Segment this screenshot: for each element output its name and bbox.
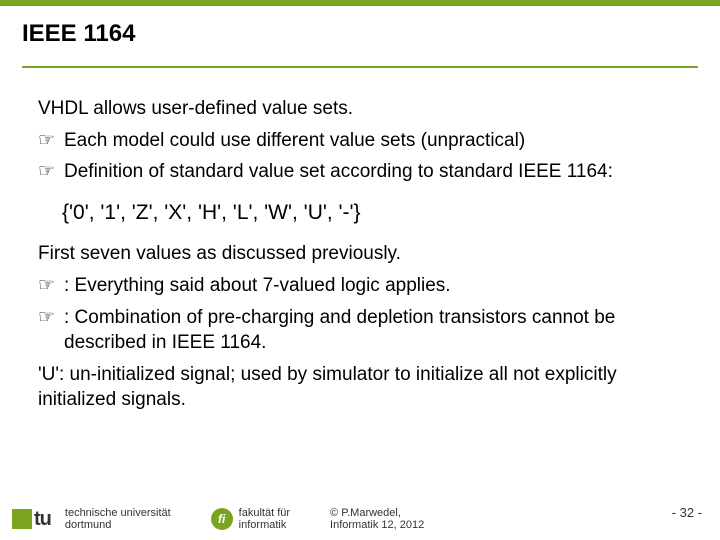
tu-logo: tu xyxy=(12,508,51,531)
title-area: IEEE 1164 xyxy=(0,6,720,56)
uni-line1: technische universität xyxy=(65,507,171,520)
fak-line2: informatik xyxy=(239,519,290,532)
value-set: {'0', '1', 'Z', 'X', 'H', 'L', 'W', 'U',… xyxy=(62,199,690,227)
slide-title: IEEE 1164 xyxy=(22,20,698,48)
intro-text: VHDL allows user-defined value sets. xyxy=(38,96,690,122)
copy-line1: © P.Marwedel, xyxy=(330,507,424,520)
page-number: - 32 - xyxy=(672,505,702,520)
tu-logo-text: tu xyxy=(34,508,51,531)
bullet-text: : Everything said about 7-valued logic a… xyxy=(64,273,690,299)
fak-line1: fakultät für xyxy=(239,507,290,520)
copy-line2: Informatik 12, 2012 xyxy=(330,519,424,532)
footer: tu technische universität dortmund fi fa… xyxy=(0,507,720,532)
hand-icon: ☞ xyxy=(38,159,64,185)
tu-logo-box xyxy=(12,509,32,529)
bullet-item: ☞ : Everything said about 7-valued logic… xyxy=(38,273,690,299)
bullet-text: Definition of standard value set accordi… xyxy=(64,159,690,185)
bullet-text: : Combination of pre-charging and deplet… xyxy=(64,305,690,356)
copyright: © P.Marwedel, Informatik 12, 2012 xyxy=(330,507,424,532)
bullet-item: ☞ : Combination of pre-charging and depl… xyxy=(38,305,690,356)
hand-icon: ☞ xyxy=(38,305,64,356)
faculty-name: fakultät für informatik xyxy=(239,507,290,532)
bullet-text: Each model could use different value set… xyxy=(64,128,690,154)
bullet-item: ☞ Definition of standard value set accor… xyxy=(38,159,690,185)
slide-body: VHDL allows user-defined value sets. ☞ E… xyxy=(0,68,720,413)
fi-logo-icon: fi xyxy=(211,508,233,530)
para-text: 'U': un-initialized signal; used by simu… xyxy=(38,362,690,413)
hand-icon: ☞ xyxy=(38,273,64,299)
hand-icon: ☞ xyxy=(38,128,64,154)
uni-line2: dortmund xyxy=(65,519,171,532)
para-text: First seven values as discussed previous… xyxy=(38,241,690,267)
university-name: technische universität dortmund xyxy=(65,507,171,532)
faculty-block: fi fakultät für informatik xyxy=(211,507,290,532)
bullet-item: ☞ Each model could use different value s… xyxy=(38,128,690,154)
